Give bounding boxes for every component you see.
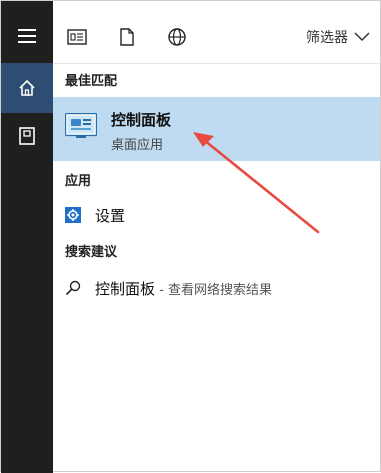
best-match-heading: 最佳匹配 [65,74,118,89]
home-button[interactable] [1,63,53,113]
app-item-label: 设置 [95,206,126,225]
filter-dropdown[interactable]: 筛选器 [306,26,370,48]
app-item-settings[interactable]: 设置 [53,199,380,231]
chevron-down-icon [354,32,370,42]
gear-icon [65,207,81,223]
globe-icon [168,28,186,46]
notebook-icon [19,127,35,145]
top-bar: 筛选器 [53,1,380,64]
best-match-type: 桌面应用 [111,138,164,153]
search-suggestion-label: 控制面板 [95,279,156,298]
notebook-button[interactable] [1,111,53,161]
hamburger-menu-button[interactable] [1,11,53,61]
best-match-item[interactable]: 控制面板 桌面应用 [53,97,380,161]
best-match-name: 控制面板 [111,111,172,129]
search-suggestions-heading: 搜索建议 [65,245,118,260]
home-icon [19,79,35,96]
left-rail [1,1,53,473]
apps-heading: 应用 [65,174,92,189]
documents-filter-button[interactable] [67,27,87,47]
hamburger-menu-icon [18,29,36,43]
results-area: 最佳匹配 控制面板 桌面应用 应用 设置 搜索建议 控制面板 - 查看网络搜索结… [53,63,380,471]
control-panel-icon [65,113,97,138]
filter-label: 筛选器 [306,30,348,46]
search-icon [65,280,81,296]
document-icon [67,29,87,45]
files-filter-button[interactable] [117,27,137,47]
file-icon [120,28,134,46]
search-panel: 筛选器 最佳匹配 控制面板 桌面应用 应用 设置 搜索建议 控制面板 - 查看网… [0,0,381,473]
search-suggestion-text: 控制面板 - 查看网络搜索结果 [95,278,272,299]
web-filter-button[interactable] [167,27,187,47]
search-suggestion-item[interactable]: 控制面板 - 查看网络搜索结果 [53,272,380,304]
search-suggestion-hint: - 查看网络搜索结果 [155,282,272,298]
